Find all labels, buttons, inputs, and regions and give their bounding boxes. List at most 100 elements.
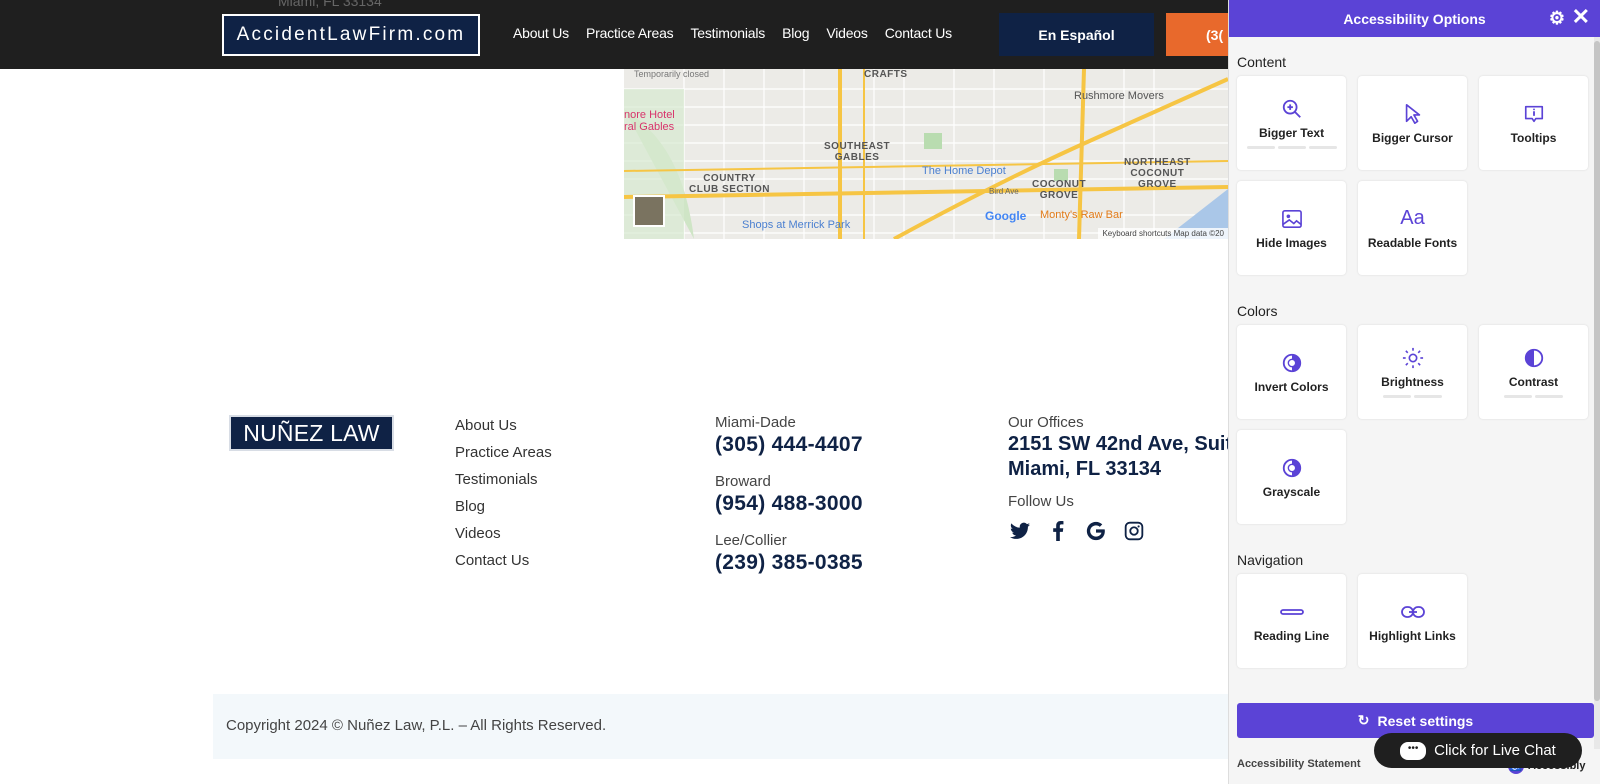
reset-icon: ↻ <box>1357 712 1370 728</box>
reading-line-icon <box>1279 600 1304 624</box>
site-header: Miami, FL 33134 AccidentLawFirm.com Abou… <box>0 0 1228 69</box>
map-street-bird-ave: Bird Ave <box>989 187 1019 196</box>
section-title-content: Content <box>1237 54 1287 70</box>
google-map[interactable]: CRAFTS SOUTHEAST GABLES COUNTRY CLUB SEC… <box>624 69 1228 239</box>
phone-number-lee-collier[interactable]: (239) 385-0385 <box>715 550 863 576</box>
bigger-cursor-label: Bigger Cursor <box>1372 130 1453 145</box>
invert-colors-label: Invert Colors <box>1254 379 1329 394</box>
footer-logo[interactable]: NUÑEZ LAW <box>229 415 394 451</box>
contrast-label: Contrast <box>1508 375 1559 389</box>
grayscale-icon <box>1281 456 1303 480</box>
social-icons <box>1008 519 1228 543</box>
footer-links: About Us Practice Areas Testimonials Blo… <box>455 416 552 570</box>
brightness-button[interactable]: Brightness <box>1358 325 1467 419</box>
header-ghost-address: Miami, FL 33134 <box>278 0 382 9</box>
brightness-label: Brightness <box>1381 375 1444 389</box>
nav-testimonials[interactable]: Testimonials <box>690 25 765 41</box>
map-poi-hotel[interactable]: nore Hotel ral Gables <box>624 109 675 133</box>
nav-videos[interactable]: Videos <box>826 25 868 41</box>
footer-link-about-us[interactable]: About Us <box>455 416 552 435</box>
image-icon <box>1281 207 1303 231</box>
phone-region-broward: Broward <box>715 473 771 490</box>
main-nav: About Us Practice Areas Testimonials Blo… <box>513 25 952 41</box>
hide-images-label: Hide Images <box>1256 235 1327 250</box>
readable-fonts-label: Readable Fonts <box>1367 235 1458 250</box>
live-chat-button[interactable]: ••• Click for Live Chat <box>1374 733 1582 768</box>
footer-link-practice-areas[interactable]: Practice Areas <box>455 443 552 462</box>
panel-scrollbar[interactable] <box>1594 37 1600 749</box>
map-satellite-thumbnail[interactable] <box>633 195 665 227</box>
tooltip-icon <box>1523 102 1545 126</box>
phone-region-miami-dade: Miami-Dade <box>715 414 796 431</box>
bigger-text-button[interactable]: Bigger Text <box>1237 76 1346 170</box>
readable-fonts-button[interactable]: Aa Readable Fonts <box>1358 181 1467 275</box>
reset-settings-label: Reset settings <box>1377 712 1474 729</box>
offices-label: Our Offices <box>1008 414 1084 431</box>
footer-link-testimonials[interactable]: Testimonials <box>455 470 552 489</box>
map-label-crafts: CRAFTS <box>864 69 908 80</box>
nav-about-us[interactable]: About Us <box>513 25 569 41</box>
copyright-text: Copyright 2024 © Nuñez Law, P.L. – All R… <box>226 717 607 734</box>
map-poi-rushmore[interactable]: Rushmore Movers <box>1074 90 1164 102</box>
brightness-icon <box>1402 346 1424 370</box>
reading-line-button[interactable]: Reading Line <box>1237 574 1346 668</box>
accessibility-statement-link[interactable]: Accessibility Statement <box>1237 758 1361 770</box>
phone-button[interactable]: (3( <box>1166 13 1228 56</box>
office-address-line2: Miami, FL 33134 <box>1008 458 1162 480</box>
tooltips-label: Tooltips <box>1510 130 1557 145</box>
close-icon[interactable]: ✕ <box>1572 4 1590 30</box>
phone-region-lee-collier: Lee/Collier <box>715 532 787 549</box>
highlight-links-button[interactable]: Highlight Links <box>1358 574 1467 668</box>
grayscale-button[interactable]: Grayscale <box>1237 430 1346 524</box>
instagram-icon[interactable] <box>1122 519 1146 543</box>
cursor-icon <box>1404 102 1422 126</box>
grayscale-label: Grayscale <box>1262 484 1321 499</box>
footer-link-contact-us[interactable]: Contact Us <box>455 551 552 570</box>
contrast-level-bars <box>1504 395 1563 398</box>
accessibility-panel: Accessibility Options ⚙ ✕ Content Bigger… <box>1228 0 1600 784</box>
link-icon <box>1400 600 1425 624</box>
accessibility-panel-header: Accessibility Options ⚙ ✕ <box>1229 0 1600 37</box>
office-address-line1: 2151 SW 42nd Ave, Suit <box>1008 433 1228 455</box>
contrast-button[interactable]: Contrast <box>1479 325 1588 419</box>
zoom-in-icon <box>1281 97 1303 121</box>
hide-images-button[interactable]: Hide Images <box>1237 181 1346 275</box>
map-poi-temp-closed: Temporarily closed <box>634 69 710 79</box>
nav-practice-areas[interactable]: Practice Areas <box>586 25 674 41</box>
highlight-links-label: Highlight Links <box>1369 628 1456 643</box>
footer-link-videos[interactable]: Videos <box>455 524 552 543</box>
twitter-icon[interactable] <box>1008 519 1032 543</box>
map-poi-shops-merrick[interactable]: Shops at Merrick Park <box>742 219 850 231</box>
copyright-bar: Copyright 2024 © Nuñez Law, P.L. – All R… <box>213 694 1228 759</box>
follow-us-label: Follow Us <box>1008 493 1074 510</box>
nav-contact-us[interactable]: Contact Us <box>885 25 952 41</box>
invert-colors-icon <box>1281 351 1303 375</box>
map-attribution[interactable]: Keyboard shortcuts Map data ©20 <box>1098 228 1228 239</box>
phone-number-miami-dade[interactable]: (305) 444-4407 <box>715 432 863 458</box>
google-map-logo: Google <box>985 209 1026 223</box>
section-title-navigation: Navigation <box>1237 552 1304 568</box>
scrollbar-thumb[interactable] <box>1594 41 1600 701</box>
reading-line-label: Reading Line <box>1253 628 1330 643</box>
map-label-country-club: COUNTRY CLUB SECTION <box>689 173 770 195</box>
invert-colors-button[interactable]: Invert Colors <box>1237 325 1346 419</box>
live-chat-label: Click for Live Chat <box>1434 742 1556 759</box>
google-icon[interactable] <box>1084 519 1108 543</box>
espanol-button[interactable]: En Español <box>999 13 1154 56</box>
map-label-northeast-coconut-grove: NORTHEAST COCONUT GROVE <box>1124 157 1191 190</box>
nav-blog[interactable]: Blog <box>782 25 809 41</box>
site-logo[interactable]: AccidentLawFirm.com <box>222 14 480 56</box>
chat-bubble-icon: ••• <box>1400 741 1427 760</box>
tooltips-button[interactable]: Tooltips <box>1479 76 1588 170</box>
bigger-cursor-button[interactable]: Bigger Cursor <box>1358 76 1467 170</box>
footer-link-blog[interactable]: Blog <box>455 497 552 516</box>
brightness-level-bars <box>1383 395 1442 398</box>
phone-number-broward[interactable]: (954) 488-3000 <box>715 491 863 517</box>
gear-icon[interactable]: ⚙ <box>1549 8 1565 29</box>
map-poi-montys[interactable]: Monty's Raw Bar <box>1040 209 1123 221</box>
facebook-icon[interactable] <box>1046 519 1070 543</box>
map-label-coconut-grove: COCONUT GROVE <box>1032 179 1087 201</box>
footer-offices: Our Offices 2151 SW 42nd Ave, Suit Miami… <box>1008 413 1228 543</box>
map-poi-home-depot[interactable]: The Home Depot <box>922 165 1006 177</box>
bigger-text-label: Bigger Text <box>1258 126 1325 140</box>
